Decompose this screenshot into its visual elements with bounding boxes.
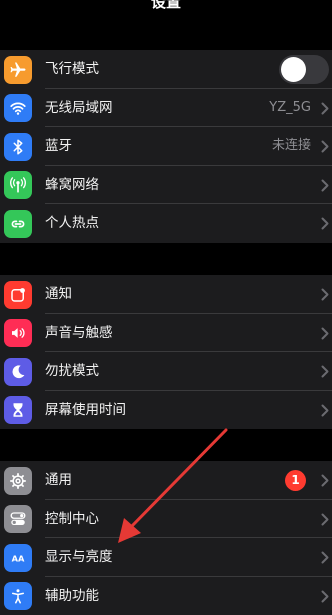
settings-group-notifications: 通知 声音与触感 勿扰模式 屏幕使用时间 [0,275,332,429]
wifi-network-value: YZ_5G [269,89,311,128]
row-personal-hotspot[interactable]: 个人热点 [0,204,332,243]
row-label: 无线局域网 [45,89,113,128]
airplane-mode-toggle[interactable] [279,55,329,84]
chevron-right-icon [321,288,329,301]
toggles-icon [4,505,32,533]
toggle-knob [281,57,306,82]
display-icon: AA [4,544,32,572]
row-sounds-haptics[interactable]: 声音与触感 [0,314,332,353]
row-label: 飞行模式 [45,50,99,89]
row-label: 蓝牙 [45,127,72,166]
row-general[interactable]: 通用 1 [0,461,332,500]
moon-icon [4,358,32,386]
row-accessibility[interactable]: 辅助功能 [0,577,332,615]
row-label: 屏幕使用时间 [45,391,126,430]
airplane-icon [4,56,32,84]
hotspot-icon [4,210,32,238]
update-badge: 1 [285,470,306,491]
chevron-right-icon [321,590,329,603]
row-label: 通用 [45,461,72,500]
chevron-right-icon [321,513,329,526]
row-label: 个人热点 [45,204,99,243]
row-control-center[interactable]: 控制中心 [0,500,332,539]
gear-icon [4,467,32,495]
row-label: 通知 [45,275,72,314]
chevron-right-icon [321,217,329,230]
row-display-brightness[interactable]: AA 显示与亮度 [0,538,332,577]
chevron-right-icon [321,474,329,487]
chevron-right-icon [321,327,329,340]
chevron-right-icon [321,551,329,564]
chevron-right-icon [321,179,329,192]
chevron-right-icon [321,140,329,153]
row-bluetooth[interactable]: 蓝牙 未连接 [0,127,332,166]
row-cellular[interactable]: 蜂窝网络 [0,166,332,205]
wifi-icon [4,94,32,122]
notifications-icon [4,281,32,309]
bluetooth-status-value: 未连接 [272,127,311,166]
page-title: 设置 [0,0,332,11]
row-label: 勿扰模式 [45,352,99,391]
row-label: 辅助功能 [45,577,99,615]
svg-text:AA: AA [12,553,25,563]
hourglass-icon [4,396,32,424]
row-label: 声音与触感 [45,314,113,353]
row-notifications[interactable]: 通知 [0,275,332,314]
row-airplane-mode[interactable]: 飞行模式 [0,50,332,89]
chevron-right-icon [321,102,329,115]
row-label: 蜂窝网络 [45,166,99,205]
chevron-right-icon [321,404,329,417]
accessibility-icon [4,582,32,610]
row-label: 显示与亮度 [45,538,113,577]
chevron-right-icon [321,365,329,378]
row-label: 控制中心 [45,500,99,539]
bluetooth-icon [4,133,32,161]
row-screen-time[interactable]: 屏幕使用时间 [0,391,332,430]
row-do-not-disturb[interactable]: 勿扰模式 [0,352,332,391]
cellular-icon [4,171,32,199]
row-wifi[interactable]: 无线局域网 YZ_5G [0,89,332,128]
settings-group-connectivity: 飞行模式 无线局域网 YZ_5G 蓝牙 未连接 蜂窝网络 个人热 [0,50,332,243]
sound-icon [4,319,32,347]
settings-group-general: 通用 1 控制中心 AA 显示与亮度 辅助功能 [0,461,332,615]
